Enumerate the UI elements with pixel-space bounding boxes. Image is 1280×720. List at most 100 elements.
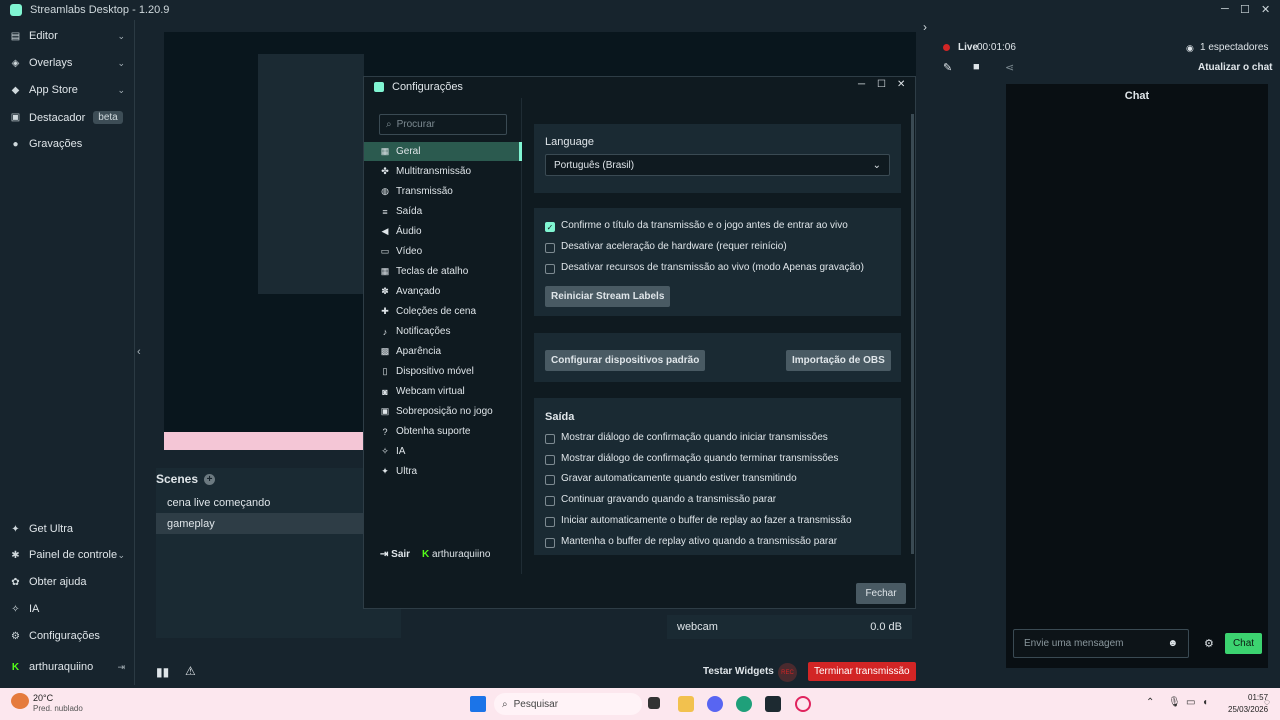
settings-scrollbar[interactable] (911, 114, 914, 554)
modal-close-icon[interactable]: ✕ (897, 79, 905, 90)
nav-item-highlighter[interactable]: ▣ Destacador beta (10, 111, 125, 124)
nav-item-ai[interactable]: ✧ IA (10, 603, 125, 615)
settings-menu-item[interactable]: ◀ Áudio (364, 222, 522, 241)
reset-stream-labels-button[interactable]: Reiniciar Stream Labels (545, 286, 671, 307)
close-icon[interactable]: ✕ (1261, 3, 1270, 16)
settings-menu-item[interactable]: ? Obtenha suporte (364, 422, 522, 441)
streamlabs-taskbar-icon[interactable] (765, 696, 781, 712)
checkbox[interactable]: ✓ (545, 222, 555, 232)
opera-icon[interactable] (795, 696, 811, 712)
expand-right-icon[interactable]: › (923, 20, 927, 34)
scene-item-active[interactable]: gameplay (156, 513, 366, 534)
taskbar-search[interactable]: ⌕ Pesquisar (494, 693, 642, 715)
settings-menu-item[interactable]: ▦ Teclas de atalho (364, 262, 522, 281)
weather-desc: Pred. nublado (33, 704, 83, 713)
settings-menu-item[interactable]: ✽ Avançado (364, 282, 522, 301)
settings-search-input[interactable]: ⌕ Procurar (379, 114, 507, 135)
nav-item-help[interactable]: ✿ Obter ajuda (10, 576, 125, 588)
cogs-icon: ✽ (381, 286, 389, 296)
nav-item-recordings[interactable]: ● Gravações (10, 138, 125, 150)
phone-icon: ▯ (382, 366, 388, 376)
checkbox[interactable] (545, 243, 555, 253)
add-scene-icon[interactable]: + (204, 473, 216, 485)
task-view-icon[interactable] (648, 697, 660, 709)
language-select[interactable]: Português (Brasil) ⌄ (545, 154, 890, 176)
close-button[interactable]: Fechar (856, 583, 906, 604)
mic-icon[interactable]: 🎙 (1168, 697, 1181, 708)
settings-menu-item[interactable]: ✦ Ultra (364, 462, 522, 481)
settings-menu-item[interactable]: ▭ Vídeo (364, 242, 522, 261)
settings-menu-item[interactable]: ◙ Webcam virtual (364, 382, 522, 401)
collections-icon: ✚ (381, 306, 389, 316)
settings-menu-item[interactable]: ▦ Geral (364, 142, 522, 161)
app-title-bar: Streamlabs Desktop - 1.20.9 (0, 0, 1280, 20)
viewer-count: 1 espectadores (1200, 42, 1269, 53)
alert-icon[interactable]: ⚠ (185, 664, 196, 678)
minimize-icon[interactable]: ─ (1221, 3, 1229, 15)
volume-icon[interactable]: ◖ (1202, 697, 1208, 708)
folder-icon[interactable]: ■ (973, 61, 980, 73)
palette-icon: ▩ (380, 346, 390, 356)
nav-item-kick[interactable]: Karthuraquiino ⇥ (10, 661, 125, 673)
share-icon[interactable]: ⋖ (1005, 61, 1014, 74)
scene-item[interactable]: cena live começando (156, 492, 366, 513)
config-devices-button[interactable]: Configurar dispositivos padrão (545, 350, 706, 371)
settings-menu-item[interactable]: ✤ Multitransmissão (364, 162, 522, 181)
stats-icon[interactable]: ▮▮ (156, 665, 169, 679)
emoji-icon[interactable]: ☻ (1167, 638, 1178, 649)
edge-icon[interactable] (736, 696, 752, 712)
checkbox[interactable] (545, 516, 555, 527)
checkbox[interactable] (545, 496, 555, 507)
test-widgets-button[interactable]: Testar Widgets (703, 666, 774, 677)
maximize-icon[interactable]: ☐ (1240, 3, 1250, 16)
nav-item-editor[interactable]: ▤ Editor ⌄ (10, 30, 125, 42)
weather-icon[interactable] (11, 693, 29, 709)
logout-button[interactable]: Sair (391, 549, 410, 560)
settings-menu-label: Notificações (396, 326, 451, 337)
nav-item-ultra[interactable]: ✦ Get Ultra (10, 523, 125, 535)
chat-send-button[interactable]: Chat (1225, 633, 1262, 654)
app-title: Streamlabs Desktop - 1.20.9 (30, 4, 170, 16)
end-stream-button[interactable]: Terminar transmissão (808, 662, 916, 681)
logout-icon[interactable]: ⇥ (117, 662, 125, 673)
chat-input[interactable]: Envie uma mensagem ☻ (1013, 629, 1189, 658)
edit-icon[interactable]: ✎ (943, 61, 952, 74)
checkbox[interactable] (545, 475, 555, 486)
refresh-chat-button[interactable]: Atualizar o chat (1198, 62, 1272, 73)
notification-icon[interactable]: ◌ (1264, 697, 1270, 708)
settings-menu-item[interactable]: ✚ Coleções de cena (364, 302, 522, 321)
nav-item-dashboard[interactable]: ✱ Painel de controle ⌄ (10, 549, 125, 561)
nav-item-app-store[interactable]: ◆ App Store ⌄ (10, 84, 125, 96)
checkbox[interactable] (545, 454, 555, 465)
overlays-icon: ◈ (11, 57, 20, 69)
file-explorer-icon[interactable] (678, 696, 694, 712)
modal-maximize-icon[interactable]: ☐ (877, 79, 886, 90)
settings-menu-item[interactable]: ♪ Notificações (364, 322, 522, 341)
logout-icon[interactable]: ⇥ (380, 549, 388, 560)
rec-button[interactable]: REC (778, 663, 797, 682)
settings-menu-item[interactable]: ≡ Saída (364, 202, 522, 221)
collapse-left-icon[interactable]: ‹ (137, 346, 141, 358)
preview-taskbar-strip (164, 432, 364, 450)
chevron-down-icon: ⌄ (117, 30, 125, 41)
nav-item-overlays[interactable]: ◈ Overlays ⌄ (10, 57, 125, 69)
settings-menu-item[interactable]: ▣ Sobreposição no jogo (364, 402, 522, 421)
checkbox[interactable] (545, 434, 555, 444)
nav-item-gear[interactable]: ⚙ Configurações (10, 630, 125, 642)
chat-settings-icon[interactable]: ⚙ (1204, 637, 1214, 650)
modal-minimize-icon[interactable]: ─ (858, 79, 865, 90)
discord-icon[interactable] (707, 696, 723, 712)
settings-menu-item[interactable]: ✧ IA (364, 442, 522, 461)
live-label: Live (958, 42, 979, 53)
checkbox[interactable] (545, 264, 555, 274)
windows-start-icon[interactable] (470, 696, 486, 712)
tray-chevron-icon[interactable]: ⌃ (1146, 697, 1154, 708)
obs-import-button[interactable]: Importação de OBS (786, 350, 891, 371)
settings-menu-item[interactable]: ◍ Transmissão (364, 182, 522, 201)
streamlabs-logo-icon (10, 4, 22, 16)
checkbox[interactable] (545, 537, 555, 548)
network-icon[interactable]: ▭ (1186, 697, 1195, 708)
settings-menu-item[interactable]: ▯ Dispositivo móvel (364, 362, 522, 381)
settings-menu-item[interactable]: ▩ Aparência (364, 342, 522, 361)
scenes-title: Scenes (156, 472, 199, 486)
